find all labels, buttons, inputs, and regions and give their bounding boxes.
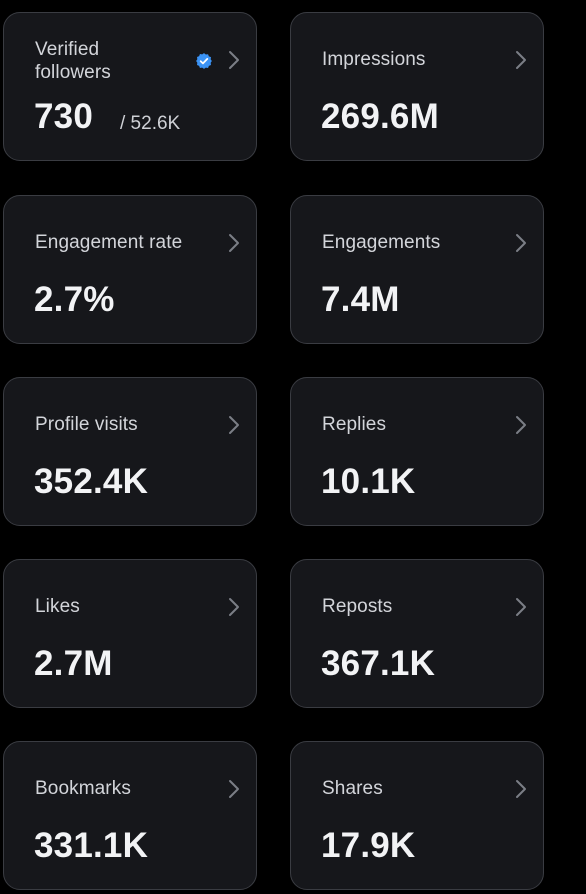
metric-value: 331.1K — [34, 826, 149, 865]
chevron-right-icon — [513, 778, 529, 800]
metric-label: Impressions — [322, 49, 426, 70]
metric-label: Engagements — [322, 232, 441, 253]
metric-card-impressions[interactable]: Impressions 269.6M — [290, 12, 544, 161]
chevron-right-icon — [513, 596, 529, 618]
chevron-right-icon — [226, 232, 242, 254]
metric-label: Engagement rate — [35, 232, 183, 253]
metric-label: Reposts — [322, 596, 393, 617]
chevron-right-icon — [513, 232, 529, 254]
metric-card-bookmarks[interactable]: Bookmarks 331.1K — [3, 741, 257, 890]
metric-value: 7.4M — [321, 280, 400, 319]
metric-label: Shares — [322, 778, 383, 799]
verified-badge-icon — [195, 52, 213, 70]
metric-value: 352.4K — [34, 462, 149, 501]
chevron-right-icon — [226, 414, 242, 436]
metric-value: 2.7% — [34, 280, 115, 319]
metric-label: Bookmarks — [35, 778, 131, 799]
metric-card-replies[interactable]: Replies 10.1K — [290, 377, 544, 526]
metric-value: 367.1K — [321, 644, 436, 683]
metric-card-likes[interactable]: Likes 2.7M — [3, 559, 257, 708]
metric-label: Profile visits — [35, 414, 138, 435]
metric-label: Likes — [35, 596, 80, 617]
metric-card-profile-visits[interactable]: Profile visits 352.4K — [3, 377, 257, 526]
metric-value: 269.6M — [321, 97, 439, 136]
metric-label: Verified followers — [35, 39, 111, 83]
metric-total-value: / 52.6K — [120, 113, 181, 134]
metric-card-engagements[interactable]: Engagements 7.4M — [290, 195, 544, 344]
chevron-right-icon — [226, 596, 242, 618]
chevron-right-icon — [226, 49, 242, 71]
metric-value: 17.9K — [321, 826, 416, 865]
metric-card-verified-followers[interactable]: Verified followers 730 / 52.6K — [3, 12, 257, 161]
metric-value: 2.7M — [34, 644, 113, 683]
metric-card-reposts[interactable]: Reposts 367.1K — [290, 559, 544, 708]
metric-card-engagement-rate[interactable]: Engagement rate 2.7% — [3, 195, 257, 344]
metric-label: Replies — [322, 414, 387, 435]
chevron-right-icon — [513, 49, 529, 71]
metric-value: 730 — [34, 97, 93, 136]
metric-value: 10.1K — [321, 462, 416, 501]
chevron-right-icon — [513, 414, 529, 436]
chevron-right-icon — [226, 778, 242, 800]
metric-card-shares[interactable]: Shares 17.9K — [290, 741, 544, 890]
